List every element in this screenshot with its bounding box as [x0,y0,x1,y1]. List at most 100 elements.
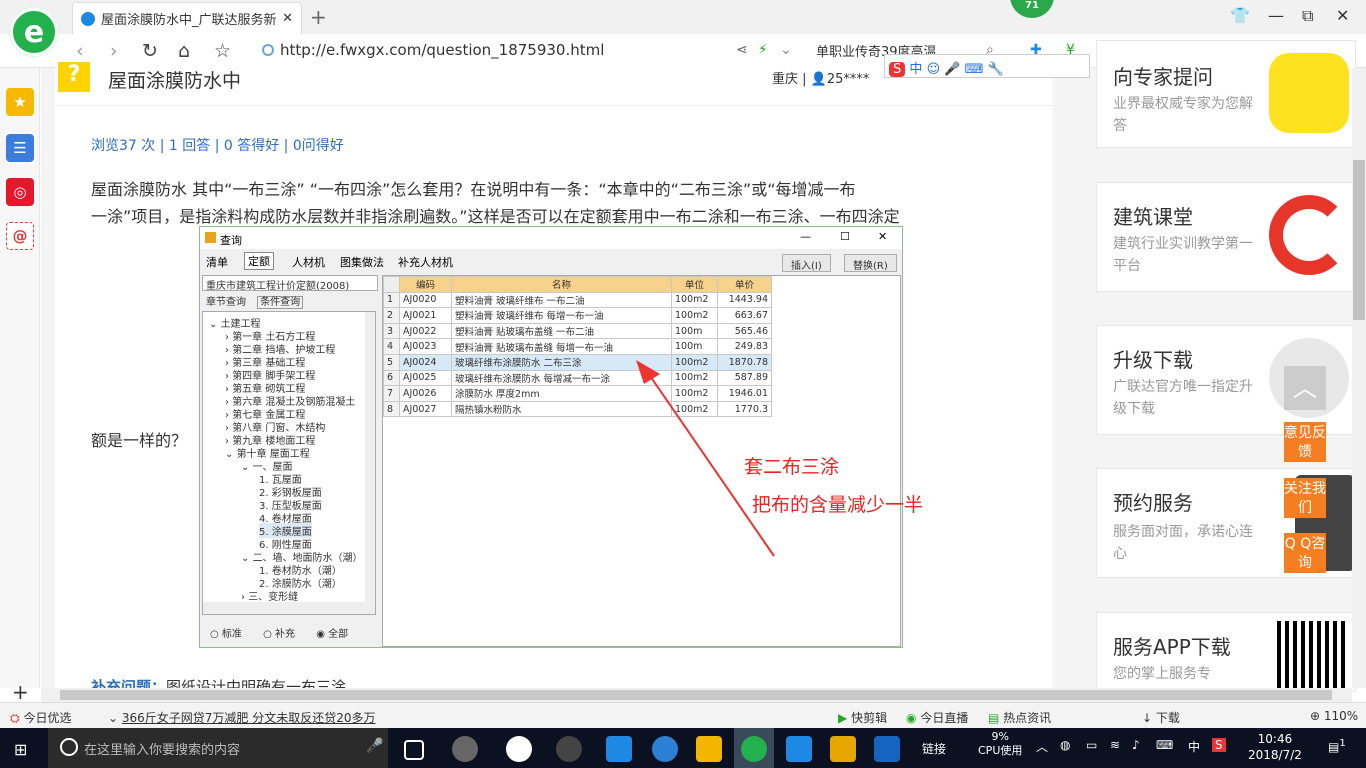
feedback-button[interactable]: 意见反馈 [1284,422,1326,462]
windows-start-icon[interactable]: ⊞ [14,740,27,759]
add-sidebar-icon[interactable]: + [12,680,29,704]
downloads-label: 下载 [1155,711,1180,725]
wifi-icon[interactable]: ≋ [1110,738,1120,752]
dialog-close-icon: ✕ [878,230,888,243]
minimize-button[interactable]: — [1268,6,1284,25]
browser-360-icon[interactable] [741,736,767,762]
shirt-icon[interactable]: 👕 [1230,6,1250,25]
ime-indicator[interactable]: 中 [1188,738,1200,755]
row-unit: 100m [671,338,718,355]
favorites-icon[interactable]: ★ [6,88,34,116]
glodon-icon[interactable] [874,736,900,762]
hot-news-label: 热点资讯 [1003,711,1052,725]
news-ticker-text: 366斤女子网贷7万减肥 分文未取反还贷20多万 [121,711,376,725]
mic-icon[interactable]: 🎤 [366,738,383,754]
qq-consult-button[interactable]: Q Q咨询 [1284,533,1326,573]
wrench-icon[interactable]: 🔧 [988,62,1004,77]
zoom-level[interactable]: ⊕ 110% [1310,709,1358,723]
question-line-3: 额是一样的？ [91,431,188,450]
browser-tab[interactable]: 屋面涂膜防水中_广联达服务新干 ✕ [72,2,302,34]
qr-code-icon [1277,621,1349,693]
row-price: 249.83 [717,338,772,355]
close-window-button[interactable]: ✕ [1336,6,1349,25]
ime-mode-label[interactable]: 中 [909,62,922,77]
sogou-tray-icon[interactable]: S [1212,738,1226,752]
task-view-icon[interactable] [404,740,424,760]
tray-app-icon[interactable]: ◍ [1060,738,1070,752]
app-plus-icon[interactable] [786,736,812,762]
ime-toolbar[interactable]: S 中 ☺ 🎤 ⌨ 🔧 [884,54,1090,78]
annotation-text-2: 把布的含量减少一半 [752,494,924,516]
vertical-scroll-thumb[interactable] [1353,160,1365,320]
row-index: 8 [383,400,400,418]
mail-icon[interactable]: @ [6,222,34,250]
star-icon[interactable]: ☆ [214,40,231,62]
sogou-icon[interactable]: S [889,62,906,77]
quick-edit[interactable]: ▶ 快剪辑 [838,709,887,726]
taskbar-search[interactable]: 在这里输入你要搜索的内容 [48,728,388,768]
share-icon[interactable]: ⋖ [736,42,748,58]
new-tab-button[interactable]: + [310,5,327,29]
chevron-down-icon[interactable]: ⌄ [780,42,792,58]
volume-icon[interactable]: ♪ [1132,738,1140,752]
row-name: 塑料油膏 玻璃纤维布 一布二油 [451,291,672,309]
close-tab-icon[interactable]: ✕ [282,11,293,26]
dialog-maximize-icon: ☐ [840,230,850,243]
page-title: 屋面涂膜防水中 [108,70,242,92]
card-title: 服务APP下载 [1113,635,1231,659]
emoji-icon[interactable]: ☺ [927,62,941,77]
row-code: AJ0022 [399,322,452,340]
row-price: 565.46 [717,322,772,340]
question-stats[interactable]: 浏览37 次 | 1 回答 | 0 答得好 | 0问得好 [91,135,344,155]
browser-logo-icon[interactable]: e [10,8,58,56]
notification-count: 1 [1339,738,1346,749]
menu-qingdan: 清单 [206,256,228,269]
row-index: 6 [383,369,400,387]
card-ask-expert[interactable]: 向专家提问 业界最权威专家为您解答 [1096,40,1356,148]
battery-icon[interactable]: ▭ [1086,738,1097,752]
refresh-icon[interactable]: ↻ [142,40,158,62]
news-ticker[interactable]: ⌄ 366斤女子网贷7万减肥 分文未取反还贷20多万 [108,709,376,726]
reading-list-icon[interactable]: ☰ [6,134,34,162]
live-today[interactable]: ◉ 今日直播 [906,709,968,726]
ie-icon[interactable] [652,736,678,762]
filter-radios: ○ 标准 ○ 补充 ◉ 全部 [210,629,349,640]
lightning-icon[interactable]: ⚡ [758,42,768,58]
app-fan-icon[interactable] [452,736,478,762]
download-icon: ↓ [1142,711,1153,725]
back-to-top-button[interactable]: ︿ [1284,366,1326,410]
question-meta: 重庆 | 👤25**** [772,72,870,87]
notification-center-icon[interactable]: ▤1 [1328,738,1346,754]
downloads[interactable]: ↓ 下载 [1142,709,1180,726]
horizontal-scroll-thumb[interactable] [60,690,1332,700]
back-icon[interactable]: ‹ [76,40,84,62]
mic-icon[interactable]: 🎤 [944,62,960,77]
notes-icon[interactable] [830,736,856,762]
row-code: AJ0024 [399,353,452,371]
edge-icon[interactable] [606,736,632,762]
follow-button[interactable]: 关注我们 [1284,478,1326,518]
tab-chapter: 章节查询 [206,297,246,308]
clock[interactable]: 10:46 2018/7/2 [1248,731,1302,763]
cpu-meter[interactable]: 9% CPU使用 [978,730,1022,758]
app-swirl-icon[interactable] [556,736,582,762]
forward-icon[interactable]: › [110,40,118,62]
file-explorer-icon[interactable] [696,736,722,762]
weibo-icon[interactable]: ◎ [6,178,34,206]
url-field[interactable]: http://e.fwxgx.com/question_1875930.html [262,41,604,59]
hot-news[interactable]: ▤ 热点资讯 [988,709,1051,726]
tray-chevron-icon[interactable]: ︿ [1036,738,1048,755]
keyboard-icon[interactable]: ⌨ [965,62,984,77]
cortana-icon[interactable] [60,738,78,756]
home-icon[interactable]: ⌂ [178,40,190,62]
question-line-1: 屋面涂膜防水 其中“一布三涂” “一布四涂”怎么套用？在说明中有一条：“本章中的… [91,180,856,199]
keyboard-icon[interactable]: ⌨ [1156,738,1173,752]
card-app-download[interactable]: 服务APP下载 您的掌上服务专 [1096,612,1356,693]
maximize-button[interactable]: ⧉ [1302,6,1313,26]
card-classroom[interactable]: 建筑课堂 建筑行业实训教学第一平台 [1096,182,1356,292]
row-price: 663.67 [717,307,772,324]
today-pick[interactable]: ⛭ 今日优选 [10,709,71,726]
browser-e-icon[interactable] [506,736,532,762]
links-label[interactable]: 链接 [922,740,946,757]
row-code: AJ0027 [399,400,452,418]
